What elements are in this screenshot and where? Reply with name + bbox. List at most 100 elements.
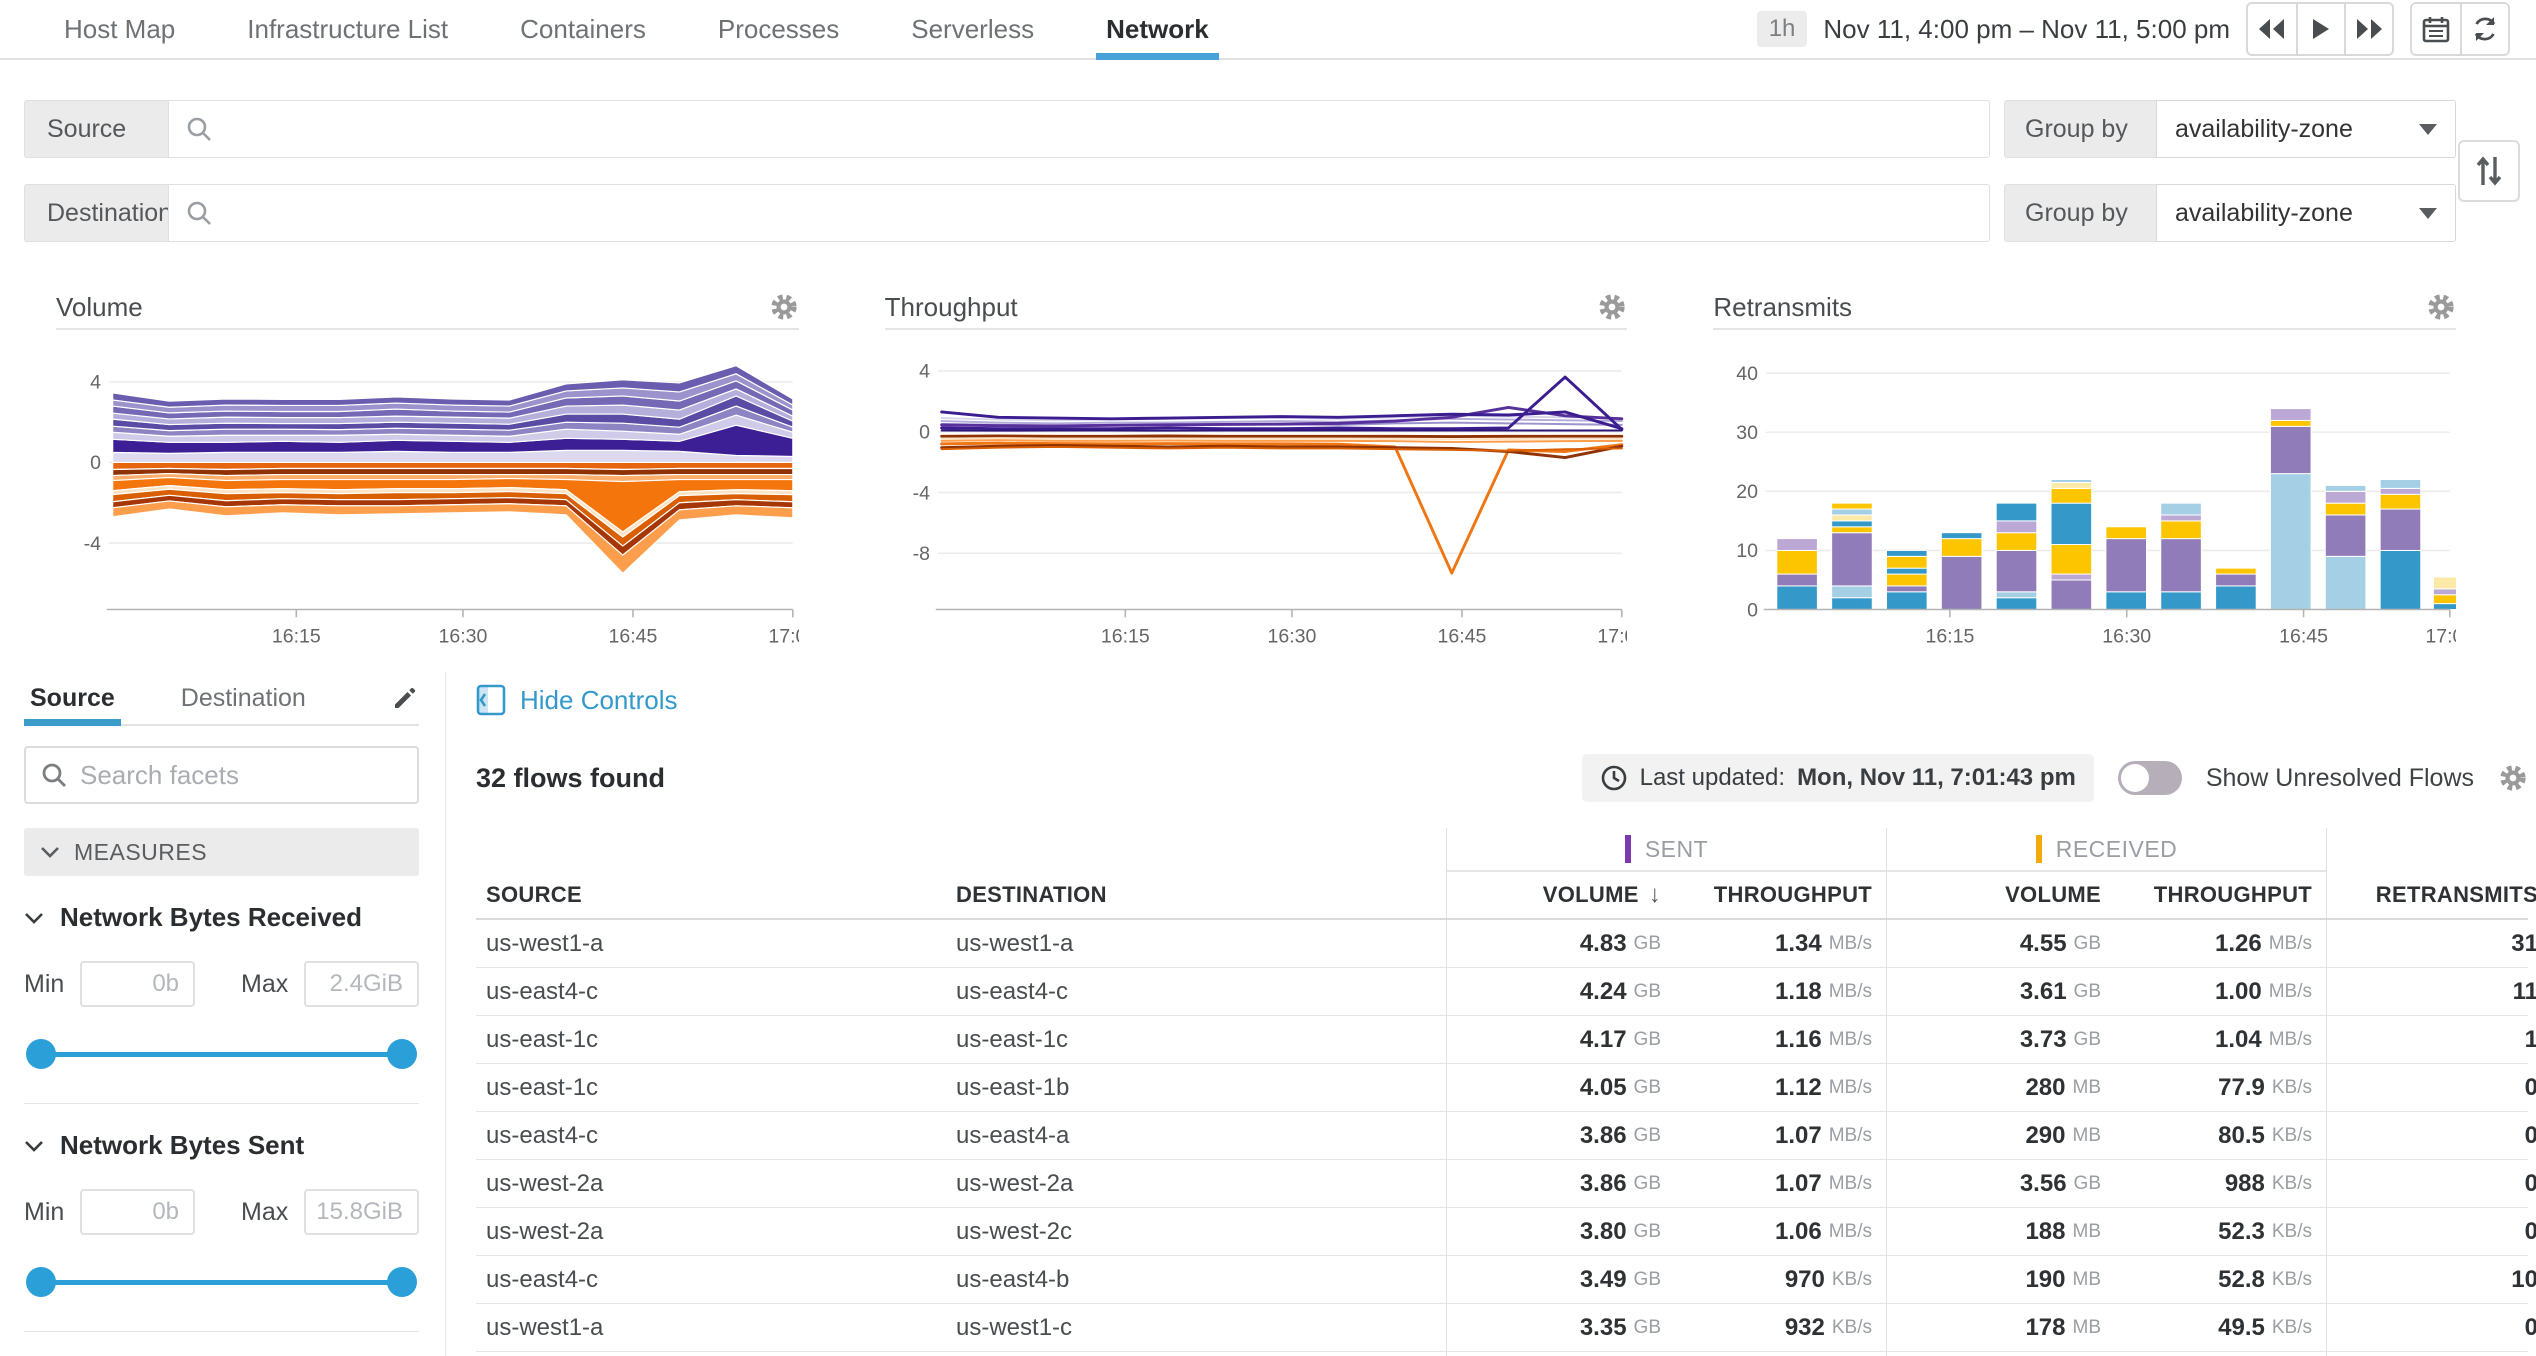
min-input[interactable]: 0b — [80, 1189, 195, 1235]
svg-text:16:45: 16:45 — [1437, 626, 1486, 648]
received-volume-value: 188MB — [1886, 1208, 2131, 1255]
retransmits-value: 10 — [2326, 1256, 2536, 1303]
chart-header: Volume — [56, 286, 799, 330]
sort-descending-icon: ↓ — [1649, 881, 1661, 909]
source-search-input[interactable] — [168, 100, 1990, 158]
min-input[interactable]: 0b — [80, 961, 195, 1007]
facet-group-header[interactable]: Network Bytes Sent — [24, 1130, 419, 1161]
time-back-button[interactable] — [2248, 4, 2296, 54]
col-sent-volume[interactable]: VOLUME↓ — [1446, 872, 1691, 918]
received-throughput-value: 45.8KB/s — [2131, 1352, 2326, 1356]
flow-destination: us-west1-a — [956, 920, 1446, 967]
measures-section-header[interactable]: MEASURES — [24, 828, 419, 876]
facet-search-input[interactable]: Search facets — [24, 746, 419, 804]
hide-controls-link[interactable]: Hide Controls — [476, 684, 678, 716]
table-row[interactable]: us-east4-c us-east4-c 4.24GB 1.18MB/s 3.… — [476, 968, 2528, 1016]
clock-icon — [1600, 764, 1628, 792]
sent-throughput-value: 892KB/s — [1691, 1352, 1886, 1356]
slider-track[interactable] — [38, 1280, 405, 1285]
show-unresolved-flows-toggle[interactable] — [2118, 761, 2182, 795]
flow-source: us-east4-c — [476, 968, 956, 1015]
received-volume-value: 4.55GB — [1886, 920, 2131, 967]
network-page: Host MapInfrastructure ListContainersPro… — [0, 0, 2536, 1356]
table-row[interactable]: us-west-2a us-west-2a 3.86GB 1.07MB/s 3.… — [476, 1160, 2528, 1208]
facet-group-title: Network Bytes Received — [60, 902, 362, 933]
col-retransmits[interactable]: RETRANSMITS — [2326, 872, 2536, 918]
table-row[interactable]: us-west1-a us-west1-c 3.35GB 932KB/s 178… — [476, 1304, 2528, 1352]
svg-text:-4: -4 — [912, 482, 930, 504]
facet-group-header[interactable]: Network Bytes Received — [24, 902, 419, 933]
swap-source-destination-button[interactable] — [2458, 140, 2520, 202]
volume-chart[interactable]: 40-416:1516:3016:4517:00 — [56, 330, 799, 660]
flow-source: us-west-2a — [476, 1352, 956, 1356]
destination-search-input[interactable] — [168, 184, 1990, 242]
nav-tab-host-map[interactable]: Host Map — [28, 0, 211, 58]
svg-text:17:00: 17:00 — [768, 626, 798, 648]
table-settings-gear-icon[interactable] — [2498, 763, 2528, 793]
nav-tab-infrastructure-list[interactable]: Infrastructure List — [211, 0, 484, 58]
time-forward-button[interactable] — [2344, 4, 2392, 54]
slider-min-handle[interactable] — [26, 1039, 56, 1069]
flow-destination: us-east4-b — [956, 1256, 1446, 1303]
facet-tab-source[interactable]: Source — [24, 672, 121, 724]
table-row[interactable]: us-east-1c us-east-1b 4.05GB 1.12MB/s 28… — [476, 1064, 2528, 1112]
time-range-text[interactable]: Nov 11, 4:00 pm – Nov 11, 5:00 pm — [1823, 14, 2230, 45]
sent-throughput-value: 1.06MB/s — [1691, 1208, 1886, 1255]
calendar-button[interactable] — [2412, 4, 2460, 54]
sent-volume-value: 4.17GB — [1446, 1016, 1691, 1063]
nav-tab-containers[interactable]: Containers — [484, 0, 682, 58]
facet-sidebar: Source Destination Search facets MEASURES… — [0, 672, 446, 1356]
chevron-down-icon — [2419, 208, 2437, 219]
chart-settings-gear-icon[interactable] — [1597, 292, 1627, 322]
flow-filters: Source Group by availability-zone Destin… — [24, 100, 2456, 242]
sent-volume-value: 4.24GB — [1446, 968, 1691, 1015]
col-received-throughput[interactable]: THROUGHPUT — [2131, 872, 2326, 918]
time-play-button[interactable] — [2296, 4, 2344, 54]
table-row[interactable]: us-west-2a us-west-2b 3.21GB 892KB/s 165… — [476, 1352, 2528, 1356]
flow-source: us-west-2a — [476, 1160, 956, 1207]
col-received-volume[interactable]: VOLUME — [1886, 872, 2131, 918]
volume-chart-panel: Volume 40-416:1516:3016:4517:00 — [56, 286, 799, 660]
flow-destination: us-east4-a — [956, 1112, 1446, 1159]
facet-tab-destination[interactable]: Destination — [175, 672, 312, 724]
nav-tab-serverless[interactable]: Serverless — [875, 0, 1070, 58]
slider-max-handle[interactable] — [387, 1267, 417, 1297]
flow-table-area: Hide Controls 32 flows found Last update… — [446, 672, 2536, 1356]
col-sent-throughput[interactable]: THROUGHPUT — [1691, 872, 1886, 918]
flows-right-controls: Last updated: Mon, Nov 11, 7:01:43 pm Sh… — [1582, 754, 2528, 802]
sent-volume-value: 3.86GB — [1446, 1160, 1691, 1207]
nav-tab-network[interactable]: Network — [1070, 0, 1245, 58]
table-row[interactable]: us-west1-a us-west1-a 4.83GB 1.34MB/s 4.… — [476, 920, 2528, 968]
nav-tab-processes[interactable]: Processes — [682, 0, 875, 58]
col-destination[interactable]: DESTINATION — [956, 872, 1446, 918]
received-group-header: RECEIVED — [1886, 828, 2326, 872]
edit-facets-pencil-icon[interactable] — [391, 684, 419, 712]
table-row[interactable]: us-east4-c us-east4-a 3.86GB 1.07MB/s 29… — [476, 1112, 2528, 1160]
received-volume-value: 165MB — [1886, 1352, 2131, 1356]
max-input[interactable]: 2.4GiB — [304, 961, 419, 1007]
chart-settings-gear-icon[interactable] — [769, 292, 799, 322]
slider-max-handle[interactable] — [387, 1039, 417, 1069]
flow-destination: us-west1-c — [956, 1304, 1446, 1351]
svg-text:-8: -8 — [912, 543, 929, 565]
refresh-button[interactable] — [2460, 4, 2508, 54]
table-row[interactable]: us-east-1c us-east-1c 4.17GB 1.16MB/s 3.… — [476, 1016, 2528, 1064]
slider-min-handle[interactable] — [26, 1267, 56, 1297]
destination-group-by-select[interactable]: availability-zone — [2156, 184, 2456, 242]
play-icon — [2310, 16, 2332, 42]
facet-group-title: Network Bytes Sent — [60, 1130, 304, 1161]
retransmits-chart[interactable]: 01020304016:1516:3016:4517:00 — [1713, 330, 2456, 660]
throughput-chart[interactable]: 40-4-816:1516:3016:4517:00 — [885, 330, 1628, 660]
table-row[interactable]: us-east4-c us-east4-b 3.49GB 970KB/s 190… — [476, 1256, 2528, 1304]
received-throughput-value: 988KB/s — [2131, 1160, 2326, 1207]
source-group-by-select[interactable]: availability-zone — [2156, 100, 2456, 158]
search-icon — [40, 761, 68, 789]
received-marker — [2036, 835, 2042, 863]
last-updated-pill: Last updated: Mon, Nov 11, 7:01:43 pm — [1582, 754, 2094, 802]
col-source[interactable]: SOURCE — [476, 872, 956, 918]
chart-settings-gear-icon[interactable] — [2426, 292, 2456, 322]
table-row[interactable]: us-west-2a us-west-2c 3.80GB 1.06MB/s 18… — [476, 1208, 2528, 1256]
svg-text:16:30: 16:30 — [438, 626, 487, 648]
max-input[interactable]: 15.8GiB — [304, 1189, 419, 1235]
slider-track[interactable] — [38, 1052, 405, 1057]
